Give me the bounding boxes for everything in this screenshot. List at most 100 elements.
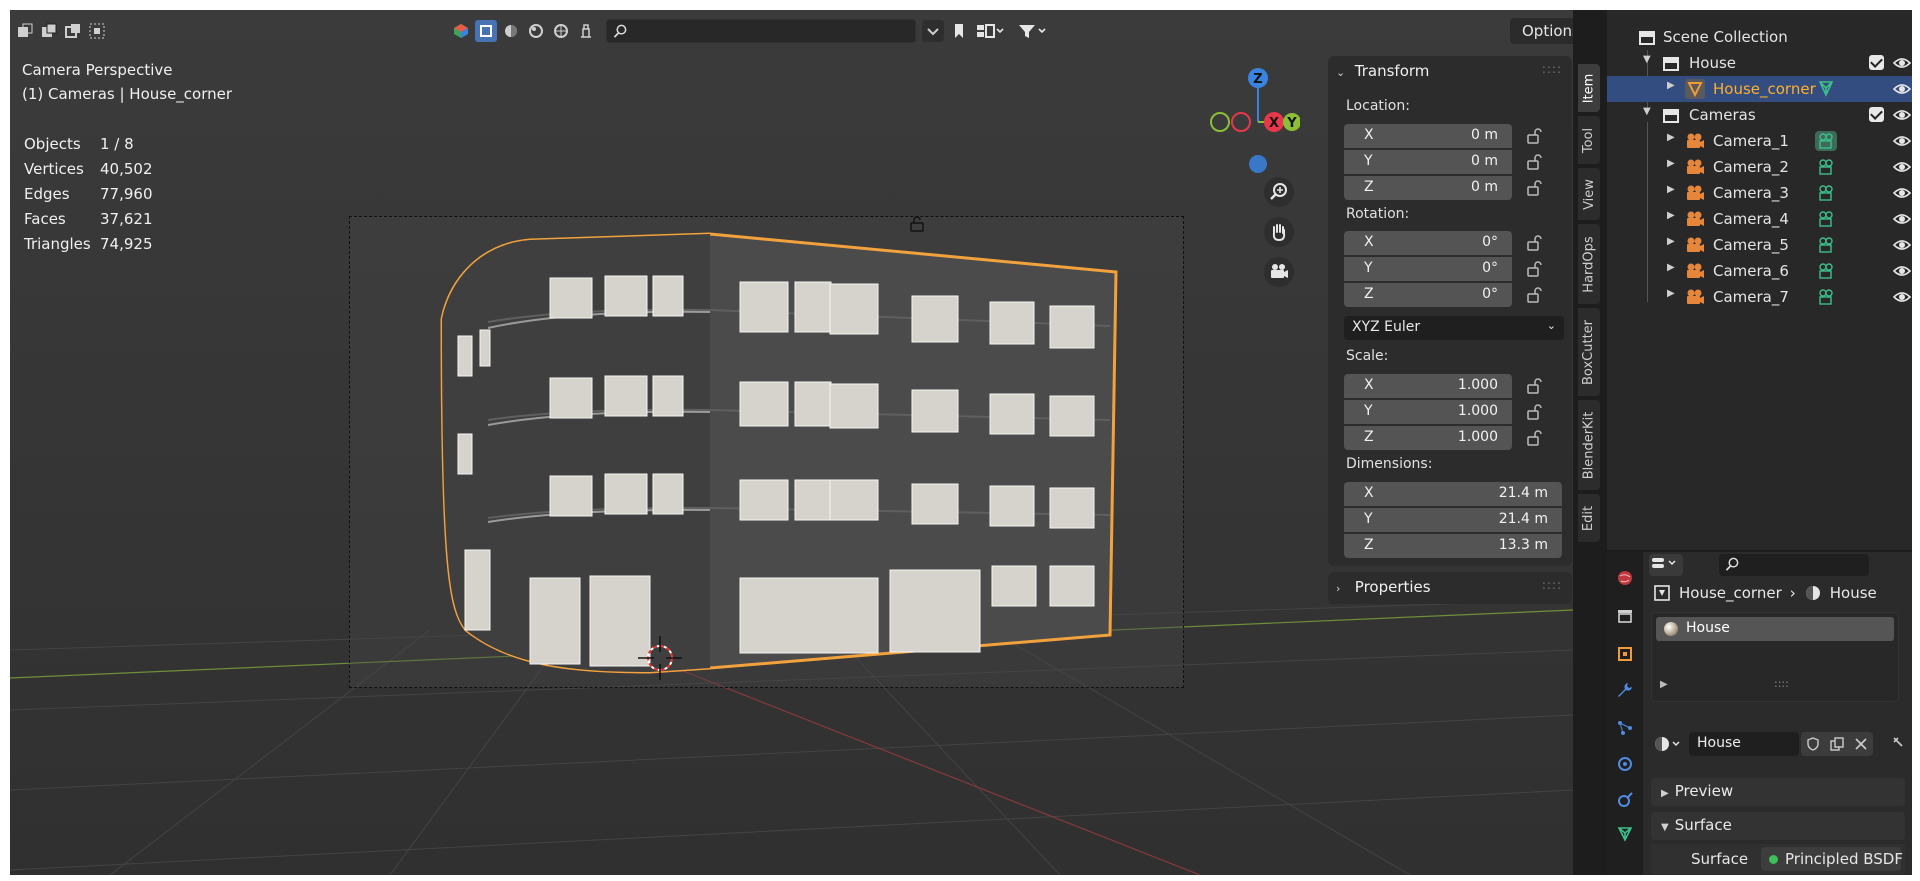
scale-x-field[interactable]: X 1.000 [1344,374,1512,398]
options-dropdown[interactable]: Options ⌄ [1510,18,1573,44]
camera-data-icon[interactable] [1815,209,1837,229]
eye-icon[interactable] [1893,55,1911,71]
3d-viewport[interactable]: Options ⌄ Camera Perspective (1) Cameras… [10,10,1573,875]
lock-icon[interactable] [1526,404,1548,422]
eye-icon[interactable] [1893,263,1911,279]
camera-data-icon[interactable] [1815,261,1837,281]
chevron-down-icon[interactable] [922,20,944,42]
object-icon[interactable] [1613,642,1637,666]
drag-grip-icon[interactable]: :::: [1542,62,1562,76]
duplicate-icon[interactable] [1825,732,1849,756]
scale-z-field[interactable]: Z 1.000 [1344,426,1512,450]
world-icon[interactable] [1613,566,1637,590]
lock-icon[interactable] [1526,430,1548,448]
outliner-row-house-collection[interactable]: ▼ House [1607,50,1912,76]
viewport-search-input[interactable] [606,19,916,43]
eye-icon[interactable] [1893,81,1911,97]
lock-icon[interactable] [1526,180,1548,198]
filter-display-icon[interactable] [972,20,1008,42]
outliner-row-camera[interactable]: ▶ Camera_1 [1607,128,1912,154]
particles-icon[interactable] [1613,716,1637,740]
properties-panel[interactable]: › Properties :::: [1328,572,1572,604]
drag-grip-icon[interactable]: :::: [1542,578,1562,592]
location-x-field[interactable]: X 0 m [1344,124,1512,148]
modifier-wrench-icon[interactable] [1613,678,1637,702]
outliner-row-camera[interactable]: ▶ Camera_5 [1607,232,1912,258]
rotation-mode-dropdown[interactable]: XYZ Euler ⌄ [1344,316,1564,340]
gizmo-neg-y[interactable] [1210,112,1230,132]
camera-data-icon[interactable] [1815,131,1837,151]
tab-hardops[interactable]: HardOps [1578,224,1600,304]
pin-icon[interactable] [1891,734,1905,754]
wireframe-shading-icon[interactable] [475,20,497,42]
outliner-row-camera[interactable]: ▶ Camera_3 [1607,180,1912,206]
eye-icon[interactable] [1893,133,1911,149]
transform-panel-header[interactable]: ⌄ Transform [1336,56,1429,86]
lock-icon[interactable] [1526,261,1548,279]
gizmo-neg-x[interactable] [1231,112,1251,132]
eye-icon[interactable] [1893,211,1911,227]
chevron-right-icon[interactable]: ▶ [1667,184,1675,195]
rotation-x-field[interactable]: X 0° [1344,231,1512,255]
mode-select-intersect-icon[interactable] [86,20,108,42]
eye-icon[interactable] [1893,159,1911,175]
eye-icon[interactable] [1893,289,1911,305]
lock-icon[interactable] [1526,128,1548,146]
camera-data-icon[interactable] [1815,157,1837,177]
chevron-right-icon[interactable]: ▶ [1667,236,1675,247]
camera-view-icon[interactable] [1264,257,1294,287]
chevron-right-icon[interactable]: ▶ [1667,158,1675,169]
collection-icon[interactable] [1613,604,1637,628]
exclude-checkbox[interactable] [1869,107,1884,122]
rotation-z-field[interactable]: Z 0° [1344,283,1512,307]
chevron-right-icon[interactable]: ▶ [1667,132,1675,143]
material-preview-icon[interactable] [525,20,547,42]
mode-select-extend-icon[interactable] [38,20,60,42]
object-types-visibility-icon[interactable] [450,20,472,42]
eye-icon[interactable] [1893,107,1911,123]
resize-grip-icon[interactable]: :::: [1774,677,1789,690]
chevron-right-icon[interactable]: ▶ [1667,288,1675,299]
mode-select-subtract-icon[interactable] [62,20,84,42]
material-slot[interactable]: House [1656,617,1894,641]
dimensions-z-field[interactable]: Z 13.3 m [1344,534,1562,558]
outliner-row-camera[interactable]: ▶ Camera_6 [1607,258,1912,284]
outliner-row-camera[interactable]: ▶ Camera_2 [1607,154,1912,180]
preview-section[interactable]: ▶ Preview [1651,778,1905,806]
gizmo-neg-z[interactable] [1249,155,1267,173]
zoom-icon[interactable] [1264,177,1294,207]
chevron-right-icon[interactable]: ▶ [1667,262,1675,273]
material-slot-list[interactable]: House ▶ :::: [1651,612,1899,702]
camera-data-icon[interactable] [1815,235,1837,255]
camera-data-icon[interactable] [1815,183,1837,203]
rotation-y-field[interactable]: Y 0° [1344,257,1512,281]
chevron-right-icon[interactable]: ▶ [1660,679,1668,690]
mode-select-new-icon[interactable] [14,20,36,42]
outliner-row-scene-collection[interactable]: Scene Collection [1607,24,1912,50]
outliner-row-house-corner[interactable]: ▶ House_corner [1607,76,1912,102]
material-name-field[interactable]: House [1689,732,1799,756]
material-browse-icon[interactable] [1651,732,1685,756]
eye-icon[interactable] [1893,237,1911,253]
chevron-right-icon[interactable]: ▶ [1667,210,1675,221]
editor-type-icon[interactable] [1649,554,1683,576]
outliner[interactable]: Scene Collection ▼ House ▶ House_corner … [1605,10,1912,550]
close-icon[interactable] [1849,732,1873,756]
tab-edit[interactable]: Edit [1578,494,1600,542]
mesh-data-icon[interactable] [1815,79,1837,99]
scale-y-field[interactable]: Y 1.000 [1344,400,1512,424]
tab-tool[interactable]: Tool [1578,116,1600,164]
dimensions-x-field[interactable]: X 21.4 m [1344,482,1562,506]
filter-icon[interactable] [1014,20,1050,42]
lock-icon[interactable] [1526,378,1548,396]
rendered-shading-icon[interactable] [550,20,572,42]
surface-section[interactable]: ▼ Surface [1651,812,1905,840]
chevron-right-icon[interactable]: ▶ [1667,80,1675,91]
overlays-icon[interactable] [575,20,597,42]
properties-search-input[interactable] [1719,554,1869,576]
chevron-down-icon[interactable]: ▼ [1643,54,1651,65]
lock-icon[interactable] [1526,154,1548,172]
chevron-down-icon[interactable]: ▼ [1643,106,1651,117]
tab-boxcutter[interactable]: BoxCutter [1578,308,1600,396]
fake-user-shield-icon[interactable] [1801,732,1825,756]
